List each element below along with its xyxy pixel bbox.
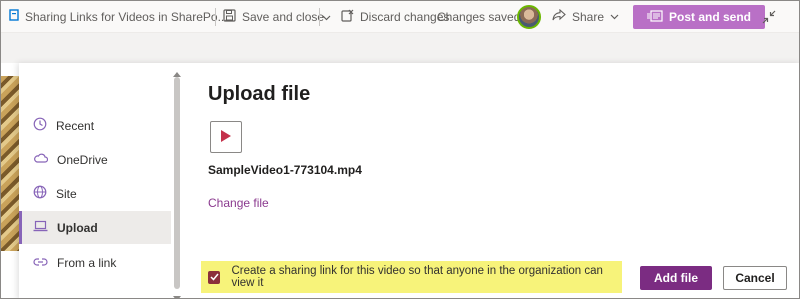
- link-icon: [33, 256, 48, 270]
- nav-scrollbar[interactable]: [171, 63, 183, 298]
- cancel-button[interactable]: Cancel: [723, 266, 787, 290]
- page-icon: [9, 9, 19, 24]
- send-icon: [647, 9, 663, 25]
- document-title: Sharing Links for Videos in SharePo...: [9, 9, 228, 24]
- nav-item-upload[interactable]: Upload: [19, 211, 171, 244]
- play-icon: [220, 129, 232, 146]
- avatar[interactable]: [517, 5, 541, 29]
- change-file-link[interactable]: Change file: [208, 196, 269, 210]
- post-and-send-button[interactable]: Post and send: [633, 5, 766, 29]
- chevron-down-icon: [610, 10, 619, 24]
- sharing-link-label: Create a sharing link for this video so …: [231, 265, 603, 289]
- collapse-icon[interactable]: [762, 10, 776, 27]
- app-window: Sharing Links for Videos in SharePo... S…: [0, 0, 800, 299]
- discard-icon: [341, 9, 354, 25]
- upload-panel: Upload file SampleVideo1-773104.mp4 Chan…: [201, 63, 799, 298]
- file-picker-dialog: Recent OneDrive Site Upload From a link …: [19, 63, 799, 298]
- dialog-title: Upload file: [208, 83, 311, 105]
- scroll-down-icon[interactable]: [173, 291, 181, 298]
- nav-item-recent[interactable]: Recent: [19, 109, 171, 142]
- header-strip: [1, 33, 799, 63]
- clock-icon: [33, 117, 47, 134]
- share-button[interactable]: Share: [552, 8, 619, 24]
- video-file-thumbnail: [210, 121, 242, 153]
- nav-item-onedrive[interactable]: OneDrive: [19, 143, 171, 176]
- laptop-icon: [33, 220, 48, 235]
- file-source-nav: Recent OneDrive Site Upload From a link: [19, 63, 183, 298]
- save-and-close-button[interactable]: Save and close: [223, 8, 324, 25]
- nav-item-from-a-link[interactable]: From a link: [19, 246, 171, 279]
- add-file-button[interactable]: Add file: [640, 266, 712, 290]
- share-icon: [552, 8, 566, 24]
- command-bar: Sharing Links for Videos in SharePo... S…: [1, 1, 799, 33]
- sharing-link-option[interactable]: Create a sharing link for this video so …: [201, 261, 622, 293]
- file-name: SampleVideo1-773104.mp4: [208, 163, 362, 177]
- discard-changes-button[interactable]: Discard changes: [341, 9, 449, 25]
- cloud-icon: [33, 152, 49, 167]
- background-page: [1, 251, 19, 298]
- divider: [319, 7, 320, 26]
- save-icon: [223, 8, 236, 25]
- chevron-down-icon[interactable]: [322, 11, 331, 25]
- sharing-link-checkbox[interactable]: [208, 270, 221, 284]
- scroll-thumb[interactable]: [174, 77, 180, 289]
- nav-item-site[interactable]: Site: [19, 177, 171, 210]
- save-status: Changes saved: [437, 9, 521, 24]
- globe-icon: [33, 185, 47, 202]
- background-page-image: [1, 76, 19, 251]
- divider: [215, 7, 216, 26]
